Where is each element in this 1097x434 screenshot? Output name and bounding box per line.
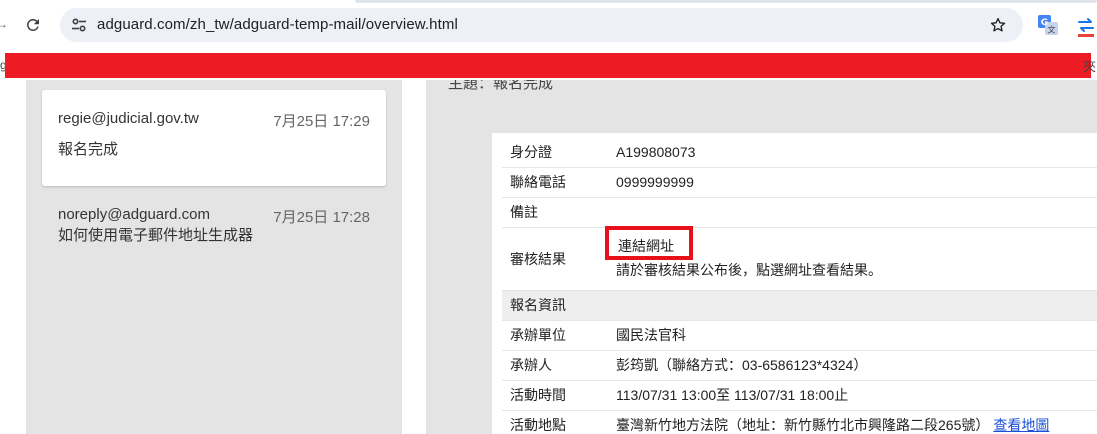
result-value-cell: 連結網址 請於審核結果公布後，點選網址查看結果。 <box>605 225 1097 291</box>
mail-list-item[interactable]: noreply@adguard.com 7月25日 17:28 如何使用電子郵件… <box>42 196 386 276</box>
bookmark-fragment-right[interactable]: 夾 <box>1083 56 1096 75</box>
map-link[interactable]: 查看地圖 <box>993 417 1049 433</box>
row-value <box>616 197 1097 228</box>
mail-subject-heading: 主題：報名完成 <box>448 80 554 92</box>
mail-list-item-selected[interactable]: regie@judicial.gov.tw 7月25日 17:29 報名完成 <box>42 90 386 186</box>
reload-icon <box>27 19 39 31</box>
reload-button[interactable] <box>20 12 46 38</box>
row-value: A199808073 <box>616 137 1097 168</box>
bookmark-star-button[interactable] <box>987 14 1009 36</box>
star-icon <box>990 17 1006 32</box>
mail-subject: 如何使用電子郵件地址生成器 <box>58 227 254 244</box>
result-cell: 連結網址 請於審核結果公布後，點選網址查看結果。 <box>605 225 1097 290</box>
row-key: 承辦單位 <box>502 320 616 351</box>
page-content: regie@judicial.gov.tw 7月25日 17:29 報名完成 n… <box>0 80 1097 434</box>
row-value: 113/07/31 13:00至 113/07/31 18:00止 <box>616 380 1097 411</box>
table-row: 活動地點 臺灣新竹地方法院（地址：新竹縣竹北市興隆路二段265號） 查看地圖 <box>502 410 1097 434</box>
row-key: 活動時間 <box>502 380 616 411</box>
row-value: 國民法官科 <box>616 320 1097 351</box>
row-value: 臺灣新竹地方法院（地址：新竹縣竹北市興隆路二段265號） 查看地圖 <box>616 410 1097 434</box>
section-title: 報名資訊 <box>502 290 1097 321</box>
table-row: 身分證 A199808073 <box>502 137 1097 168</box>
row-value: 彭筠凱（聯絡方式：03-6586123*4324） <box>616 350 1097 381</box>
row-key: 備註 <box>502 197 616 228</box>
browser-toolbar: → adguard.com/zh_tw/adguard-temp-mail/ov… <box>0 0 1097 50</box>
bookmarks-bar: g 夾 <box>0 50 1097 80</box>
sync-icon <box>1078 18 1094 37</box>
table-row: 活動時間 113/07/31 13:00至 113/07/31 18:00止 <box>502 380 1097 411</box>
address-bar[interactable]: adguard.com/zh_tw/adguard-temp-mail/over… <box>60 8 1023 42</box>
mail-date: 7月25日 17:28 <box>273 209 370 226</box>
site-info-button[interactable] <box>68 14 90 36</box>
row-key: 聯絡電話 <box>502 167 616 198</box>
inbox-list: regie@judicial.gov.tw 7月25日 17:29 報名完成 n… <box>26 80 402 434</box>
result-note: 請於審核結果公布後，點選網址查看結果。 <box>616 261 882 278</box>
translate-button[interactable]: G 文 <box>1037 14 1059 36</box>
mail-sender: noreply@adguard.com <box>58 206 210 223</box>
table-row-result: 審核結果 連結網址 請於審核結果公布後，點選網址查看結果。 <box>502 225 1097 291</box>
row-key: 承辦人 <box>502 350 616 381</box>
row-key: 活動地點 <box>502 410 616 434</box>
tab-strip-edge <box>0 0 1097 3</box>
mail-sender: regie@judicial.gov.tw <box>58 110 199 127</box>
extension-button[interactable] <box>1075 13 1097 37</box>
table-row: 承辦單位 國民法官科 <box>502 320 1097 351</box>
url-text[interactable]: adguard.com/zh_tw/adguard-temp-mail/over… <box>97 8 458 42</box>
translate-icon: G 文 <box>1038 15 1058 35</box>
mail-date: 7月25日 17:29 <box>273 113 370 130</box>
redaction-bar <box>5 53 1091 78</box>
highlight-box <box>605 225 693 260</box>
table-row: 承辦人 彭筠凱（聯絡方式：03-6586123*4324） <box>502 350 1097 381</box>
mail-subject: 報名完成 <box>58 141 119 158</box>
tune-icon <box>72 18 86 32</box>
mail-reader: 主題：報名完成 身分證 A199808073 聯絡電話 0999999999 備… <box>426 80 1097 434</box>
registration-table: 身分證 A199808073 聯絡電話 0999999999 備註 審核結果 連… <box>502 137 1097 434</box>
table-row: 聯絡電話 0999999999 <box>502 167 1097 198</box>
location-text: 臺灣新竹地方法院（地址：新竹縣竹北市興隆路二段265號） <box>616 417 990 433</box>
row-key: 審核結果 <box>502 227 616 291</box>
mail-body: 身分證 A199808073 聯絡電話 0999999999 備註 審核結果 連… <box>492 133 1097 434</box>
row-key: 身分證 <box>502 137 616 168</box>
section-header-row: 報名資訊 <box>502 290 1097 321</box>
table-row: 備註 <box>502 197 1097 228</box>
back-arrow-icon[interactable]: → <box>0 17 8 31</box>
svg-text:文: 文 <box>1048 25 1056 35</box>
row-value: 0999999999 <box>616 167 1097 198</box>
